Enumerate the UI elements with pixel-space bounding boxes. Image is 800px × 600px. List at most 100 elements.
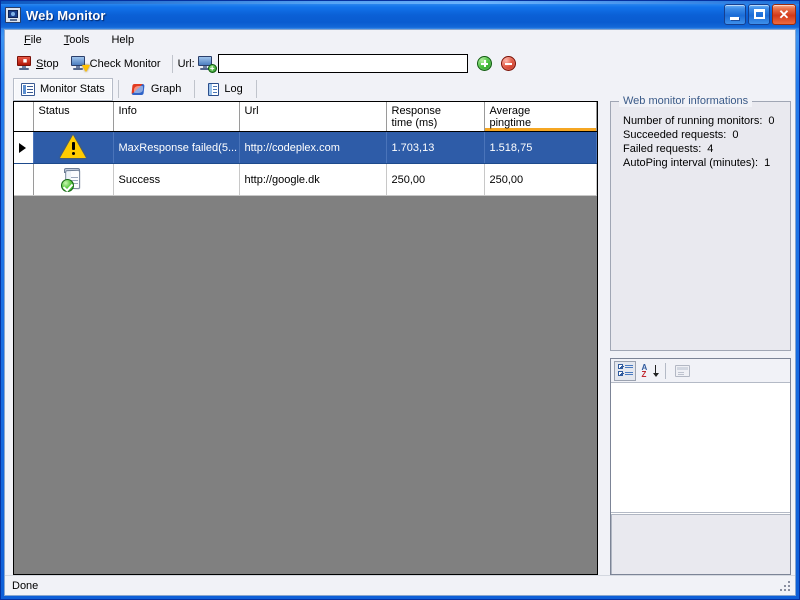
column-header-rowselect[interactable] [14, 102, 34, 132]
table-row[interactable]: Success http://google.dk 250,00 250,00 [14, 163, 597, 196]
app-window: Web Monitor ✕ File Tools Help ■ Stop Che… [0, 0, 800, 600]
property-pages-button[interactable] [671, 361, 693, 381]
cell-url: http://codeplex.com [239, 131, 387, 164]
graph-icon [131, 83, 146, 96]
monitor-grid[interactable]: Status Info Url Response time (ms) Avera… [13, 101, 598, 575]
property-grid[interactable]: AZ [610, 358, 791, 575]
check-monitor-button[interactable]: Check Monitor [65, 52, 167, 76]
info-label: Succeeded requests: [623, 129, 727, 141]
cell-status [33, 163, 114, 196]
menu-tools[interactable]: Tools [53, 32, 101, 48]
status-bar: Done [5, 575, 795, 595]
main-content: Status Info Url Response time (ms) Avera… [5, 95, 795, 575]
check-monitor-icon [70, 56, 90, 72]
info-list: Number of running monitors: 0 Succeeded … [617, 114, 784, 170]
info-row-running-monitors: Number of running monitors: 0 [617, 114, 784, 128]
info-row-failed-requests: Failed requests: 4 [617, 142, 784, 156]
grid-pane: Status Info Url Response time (ms) Avera… [13, 101, 598, 575]
cell-response-time: 250,00 [386, 163, 485, 196]
tab-separator-2 [194, 80, 196, 98]
cell-response-time: 1.703,13 [386, 131, 485, 164]
status-text: Done [12, 579, 39, 592]
cell-url: http://google.dk [239, 163, 387, 196]
column-header-url[interactable]: Url [239, 102, 387, 132]
column-header-status[interactable]: Status [33, 102, 114, 132]
tab-graph[interactable]: Graph [124, 78, 190, 101]
column-header-average-pingtime[interactable]: Average pingtime [484, 102, 597, 132]
grid-empty-area [14, 196, 597, 574]
row-header-current[interactable] [14, 131, 34, 164]
close-icon: ✕ [778, 7, 790, 22]
resize-grip-icon[interactable] [780, 581, 792, 593]
tab-log-label: Log [224, 83, 243, 95]
property-grid-toolbar: AZ [611, 359, 790, 383]
categorized-button[interactable] [614, 360, 636, 381]
minimize-button[interactable] [724, 4, 746, 25]
log-book-icon [208, 82, 220, 96]
stop-button[interactable]: ■ Stop [11, 52, 65, 76]
group-title: Web monitor informations [619, 95, 753, 107]
info-value: 4 [707, 143, 714, 155]
monitor-table: Status Info Url Response time (ms) Avera… [14, 102, 597, 196]
title-bar[interactable]: Web Monitor ✕ [1, 1, 799, 29]
stop-monitor-icon: ■ [17, 56, 33, 71]
cell-status [33, 131, 114, 164]
close-button[interactable]: ✕ [772, 4, 796, 25]
cell-info: MaxResponse failed(5... [113, 131, 240, 164]
info-value: 0 [732, 129, 739, 141]
check-monitor-label: Check Monitor [89, 57, 161, 70]
tab-log[interactable]: Log [200, 78, 250, 101]
url-input[interactable] [217, 54, 468, 73]
info-label: Number of running monitors: [623, 115, 763, 127]
info-value: 1 [764, 157, 771, 169]
table-header-row: Status Info Url Response time (ms) Avera… [14, 102, 597, 132]
maximize-button[interactable] [748, 4, 770, 25]
property-grid-separator [665, 362, 666, 379]
menu-bar: File Tools Help [5, 30, 795, 50]
property-grid-items[interactable] [611, 383, 790, 513]
current-row-arrow-icon [19, 142, 26, 153]
row-header[interactable] [14, 163, 34, 196]
tab-monitor-stats-label: Monitor Stats [40, 83, 105, 95]
warning-triangle-icon [60, 134, 86, 158]
column-header-info[interactable]: Info [113, 102, 240, 132]
info-label: AutoPing interval (minutes): [623, 157, 759, 169]
cell-info: Success [113, 163, 240, 196]
side-pane: Web monitor informations Number of runni… [598, 95, 795, 575]
main-toolbar: ■ Stop Check Monitor Url: + [5, 50, 795, 77]
server-success-icon [61, 167, 85, 192]
table-row[interactable]: MaxResponse failed(5... http://codeplex.… [14, 131, 597, 164]
menu-file[interactable]: File [13, 32, 53, 48]
tab-separator-1 [117, 80, 119, 98]
alphabetical-button[interactable]: AZ [638, 361, 660, 381]
remove-url-button[interactable] [500, 56, 516, 71]
web-monitor-information-group: Web monitor informations Number of runni… [610, 95, 791, 351]
add-monitor-icon: + [197, 56, 217, 73]
window-controls: ✕ [724, 4, 796, 25]
add-url-button[interactable] [476, 56, 492, 71]
minimize-icon [730, 17, 739, 20]
cell-average-pingtime: 1.518,75 [484, 131, 597, 164]
info-row-succeeded-requests: Succeeded requests: 0 [617, 128, 784, 142]
column-header-response-time[interactable]: Response time (ms) [386, 102, 485, 132]
tab-graph-label: Graph [150, 83, 182, 95]
toolbar-separator [171, 54, 173, 73]
menu-help[interactable]: Help [100, 32, 145, 48]
tab-separator-3 [255, 80, 257, 98]
property-grid-description [611, 513, 790, 574]
app-monitor-icon [5, 7, 21, 23]
cell-average-pingtime: 250,00 [484, 163, 597, 196]
list-icon [21, 82, 35, 96]
info-row-autoping-interval: AutoPing interval (minutes): 1 [617, 156, 784, 170]
maximize-icon [754, 9, 765, 19]
client-area: File Tools Help ■ Stop Check Monitor Url… [4, 29, 796, 596]
url-label: Url: [177, 57, 195, 70]
categorized-icon [617, 364, 633, 377]
property-pages-icon [674, 364, 690, 377]
info-value: 0 [768, 115, 775, 127]
sort-az-icon: AZ [642, 363, 659, 378]
info-label: Failed requests: [623, 143, 702, 155]
tab-monitor-stats[interactable]: Monitor Stats [13, 77, 113, 101]
stop-button-label: Stop [36, 57, 59, 70]
window-title: Web Monitor [26, 7, 106, 23]
